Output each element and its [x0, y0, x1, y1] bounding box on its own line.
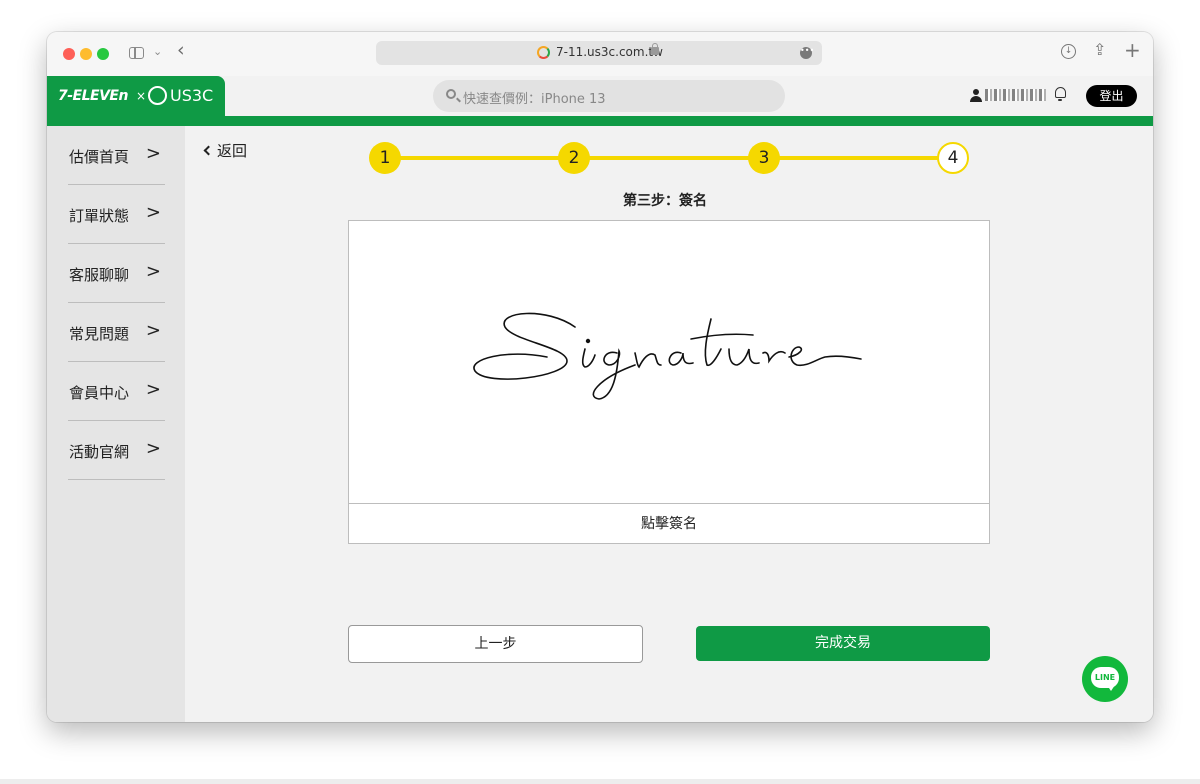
page-menu-icon[interactable]: ••• [800, 47, 814, 59]
sidebar-item-label: 估價首頁 [69, 148, 130, 166]
sidebar-item-label: 客服聊聊 [69, 266, 130, 284]
zoom-window-icon[interactable] [97, 48, 109, 60]
line-chat-button[interactable]: LINE [1082, 656, 1128, 702]
main-content: 返回 1 2 3 4 第三步：簽名 點擊簽名 上一步 完成交易 LINE [185, 126, 1153, 722]
browser-window: ⌄ ‹ 7-11.us3c.com.tw ••• ↓ ⇪ + 7-ELEVEn … [47, 32, 1153, 722]
browser-toolbar: ⌄ ‹ 7-11.us3c.com.tw ••• ↓ ⇪ + [47, 32, 1153, 76]
search-icon [446, 89, 456, 99]
logo-separator: × [136, 89, 147, 103]
chevron-right-icon: > [145, 261, 161, 282]
sidebar-item-label: 訂單狀態 [69, 207, 130, 225]
signature-drawing [473, 312, 862, 400]
sidebar-item-label: 常見問題 [69, 325, 130, 343]
us3c-logo-icon [148, 86, 167, 105]
download-icon[interactable]: ↓ [1061, 44, 1076, 59]
complete-transaction-button[interactable]: 完成交易 [696, 626, 990, 661]
header-divider [47, 116, 1153, 126]
step-4-current: 4 [937, 142, 969, 174]
chevron-left-icon [203, 145, 214, 156]
url-text: 7-11.us3c.com.tw [556, 45, 663, 59]
chevron-right-icon: > [145, 379, 161, 400]
address-bar[interactable]: 7-11.us3c.com.tw ••• [376, 41, 822, 65]
chevron-right-icon: > [145, 143, 161, 164]
share-icon[interactable]: ⇪ [1093, 42, 1106, 58]
minimize-window-icon[interactable] [80, 48, 92, 60]
sidebar-item-event-site[interactable]: 活動官網 > [68, 421, 165, 480]
chevron-right-icon: > [145, 438, 161, 459]
user-name[interactable] [985, 89, 1048, 101]
bell-icon[interactable] [1055, 87, 1066, 101]
sidebar-item-order-status[interactable]: 訂單狀態 > [68, 185, 165, 244]
progress-line [385, 156, 950, 160]
signature-canvas[interactable] [349, 221, 989, 504]
search-input[interactable]: 快速查價例：iPhone 13 [433, 80, 785, 112]
user-icon[interactable] [970, 89, 982, 102]
page-bottom-edge [0, 779, 1200, 784]
logo-partner: US3C [170, 86, 214, 105]
chevron-right-icon: > [145, 202, 161, 223]
chevron-right-icon: > [145, 320, 161, 341]
site-favicon-icon [537, 46, 550, 59]
previous-step-button[interactable]: 上一步 [348, 625, 643, 663]
sidebar-item-label: 會員中心 [69, 384, 130, 402]
close-window-icon[interactable] [63, 48, 75, 60]
sidebar-toggle-icon[interactable] [129, 47, 144, 59]
logout-button[interactable]: 登出 [1086, 85, 1137, 107]
lock-icon [651, 43, 659, 55]
sidebar-item-member-center[interactable]: 會員中心 > [68, 362, 165, 421]
search-placeholder: 快速查價例：iPhone 13 [463, 92, 606, 107]
back-label: 返回 [217, 142, 248, 160]
step-2: 2 [558, 142, 590, 174]
new-tab-icon[interactable]: + [1124, 40, 1141, 60]
site-logo[interactable]: 7-ELEVEn × US3C [47, 76, 225, 116]
signature-panel: 點擊簽名 [348, 220, 990, 544]
click-to-sign-button[interactable]: 點擊簽名 [349, 505, 989, 543]
step-title: 第三步：簽名 [623, 193, 707, 209]
sidebar-item-label: 活動官網 [69, 443, 130, 461]
back-link[interactable]: 返回 [203, 140, 248, 161]
browser-back-icon[interactable]: ‹ [177, 41, 185, 60]
sidebar-item-customer-chat[interactable]: 客服聊聊 > [68, 244, 165, 303]
sidebar-item-faq[interactable]: 常見問題 > [68, 303, 165, 362]
step-1: 1 [369, 142, 401, 174]
sidebar: 估價首頁 > 訂單狀態 > 客服聊聊 > 常見問題 > 會員中心 > 活動官網 … [47, 126, 185, 722]
line-label: LINE [1094, 673, 1116, 682]
logo-brand: 7-ELEVEn [58, 88, 128, 104]
sidebar-item-estimate-home[interactable]: 估價首頁 > [68, 126, 165, 185]
step-3: 3 [748, 142, 780, 174]
line-icon: LINE [1091, 667, 1119, 691]
site-header: 7-ELEVEn × US3C 快速查價例：iPhone 13 登出 [47, 76, 1153, 116]
chevron-down-icon[interactable]: ⌄ [153, 45, 162, 58]
